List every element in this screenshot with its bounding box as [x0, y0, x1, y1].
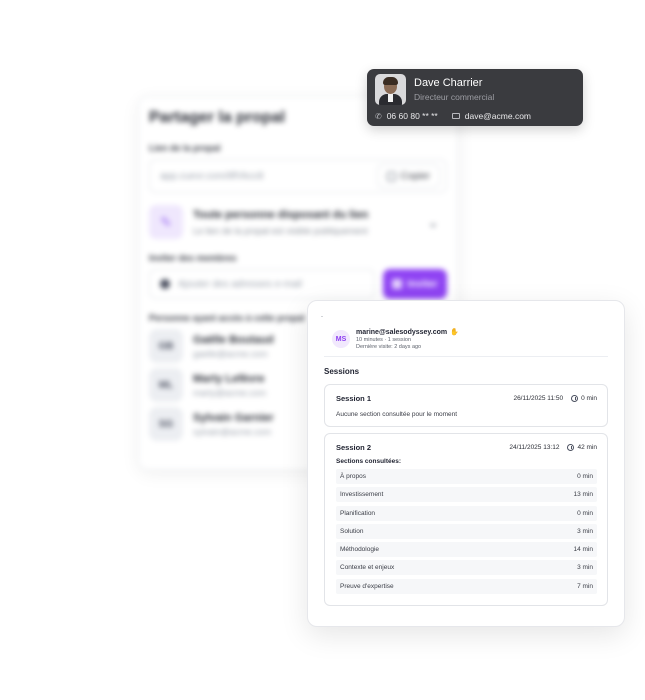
- invite-email-input[interactable]: Ajouter des adresses e-mail: [149, 269, 375, 299]
- access-title: Toute personne disposant du lien: [193, 208, 369, 221]
- sessions-title: Sessions: [324, 367, 360, 376]
- copy-button[interactable]: Copier: [376, 164, 440, 188]
- section-name: Contexte et enjeux: [340, 564, 395, 572]
- avatar: GB: [149, 329, 183, 363]
- session-duration-text: 42 min: [577, 444, 597, 451]
- session-duration: 42 min: [567, 444, 597, 451]
- avatar: SG: [149, 407, 183, 441]
- member-name: Sylvain Garnier: [193, 411, 274, 424]
- clock-icon: [567, 444, 575, 451]
- session-duration: 0 min: [571, 395, 597, 402]
- contact-email-text: dave@acme.com: [464, 111, 532, 121]
- contact-role: Directeur commercial: [414, 92, 495, 102]
- visitor-email-text: marine@salesodyssey.com: [356, 328, 448, 336]
- session-date: 24/11/2025 13:12: [509, 444, 560, 451]
- invite-button[interactable]: Inviter: [383, 269, 447, 299]
- pencil-icon: ✎: [149, 205, 183, 239]
- section-time: 7 min: [577, 582, 593, 590]
- section-row: Planification 0 min: [336, 505, 597, 521]
- member-name: Gaëlle Boutaud: [193, 333, 274, 346]
- sessions-panel: - MS marine@salesodyssey.com ✋ 10 minute…: [307, 300, 625, 627]
- section-name: Planification: [340, 509, 376, 517]
- section-name: Solution: [340, 527, 364, 535]
- session-card[interactable]: Session 2 24/11/2025 13:12 42 min Sectio…: [324, 433, 608, 607]
- avatar: ML: [149, 368, 183, 402]
- contact-phone[interactable]: ✆ 06 60 80 ** **: [375, 111, 438, 121]
- section-row: Méthodologie 14 min: [336, 542, 597, 558]
- send-icon: [392, 279, 403, 289]
- section-row: Investissement 13 min: [336, 487, 597, 503]
- section-name: Preuve d'expertise: [340, 582, 394, 590]
- invite-button-label: Inviter: [407, 278, 438, 290]
- section-row: Preuve d'expertise 7 min: [336, 578, 597, 594]
- avatar: MS: [332, 330, 350, 348]
- link-url: app.cuevr.com/8fVkcc8: [160, 170, 264, 182]
- section-time: 0 min: [577, 509, 593, 517]
- invite-placeholder: Ajouter des adresses e-mail: [178, 278, 302, 290]
- session-card[interactable]: Session 1 26/11/2025 11:50 0 min Aucune …: [324, 384, 608, 427]
- visitor-last-visit: Dernière visite: 2 days ago: [356, 344, 422, 350]
- section-row: Solution 3 min: [336, 523, 597, 539]
- contact-card: Dave Charrier Directeur commercial ✆ 06 …: [367, 69, 583, 126]
- section-row: Contexte et enjeux 3 min: [336, 560, 597, 576]
- invite-row: Ajouter des adresses e-mail Inviter: [149, 269, 447, 299]
- section-time: 14 min: [573, 546, 593, 554]
- session-name: Session 1: [336, 394, 372, 403]
- contact-phone-text: 06 60 80 ** **: [386, 111, 438, 121]
- panel-marker: -: [321, 314, 323, 320]
- contact-photo: [375, 74, 406, 105]
- clock-icon: [571, 395, 579, 402]
- copy-label: Copier: [400, 170, 430, 182]
- visitor-meta: 10 minutes · 1 session: [356, 337, 412, 343]
- consulted-label: Sections consultées:: [336, 458, 402, 465]
- section-time: 3 min: [577, 527, 593, 535]
- hand-wave-icon: ✋: [450, 329, 459, 336]
- visitor-header: MS marine@salesodyssey.com ✋ 10 minutes …: [324, 328, 608, 357]
- link-field: app.cuevr.com/8fVkcc8 Copier: [149, 159, 447, 193]
- section-time: 13 min: [573, 491, 593, 499]
- link-label: Lien de la propal: [149, 143, 221, 153]
- section-name: Méthodologie: [340, 546, 380, 554]
- member-email: sylvain@acme.com: [193, 426, 272, 437]
- member-email: gaelle@acme.com: [193, 348, 268, 359]
- visitor-email: marine@salesodyssey.com ✋: [356, 328, 459, 337]
- session-date: 26/11/2025 11:50: [513, 395, 564, 402]
- copy-icon: [386, 171, 396, 181]
- mail-icon: [451, 113, 460, 119]
- section-time: 3 min: [577, 564, 593, 572]
- section-name: Investissement: [340, 491, 384, 499]
- member-email: marty@acme.com: [193, 387, 267, 398]
- member-name: Marty Lefèvre: [193, 372, 265, 385]
- contact-name: Dave Charrier: [414, 77, 483, 89]
- chevron-down-icon: ⌄: [427, 213, 439, 230]
- invite-label: Inviter des membres: [149, 253, 237, 263]
- user-icon: [160, 279, 170, 289]
- section-name: À propos: [340, 473, 367, 480]
- session-duration-text: 0 min: [581, 395, 597, 402]
- section-row: À propos 0 min: [336, 469, 597, 484]
- phone-icon: ✆: [375, 111, 382, 121]
- session-name: Session 2: [336, 443, 372, 452]
- session-note: Aucune section consultée pour le moment: [336, 411, 458, 418]
- contact-email[interactable]: dave@acme.com: [451, 111, 532, 121]
- access-selector[interactable]: ✎ Toute personne disposant du lien Le li…: [149, 205, 447, 239]
- section-time: 0 min: [577, 473, 593, 480]
- access-subtitle: Le lien de la propal est visible publiqu…: [193, 225, 368, 236]
